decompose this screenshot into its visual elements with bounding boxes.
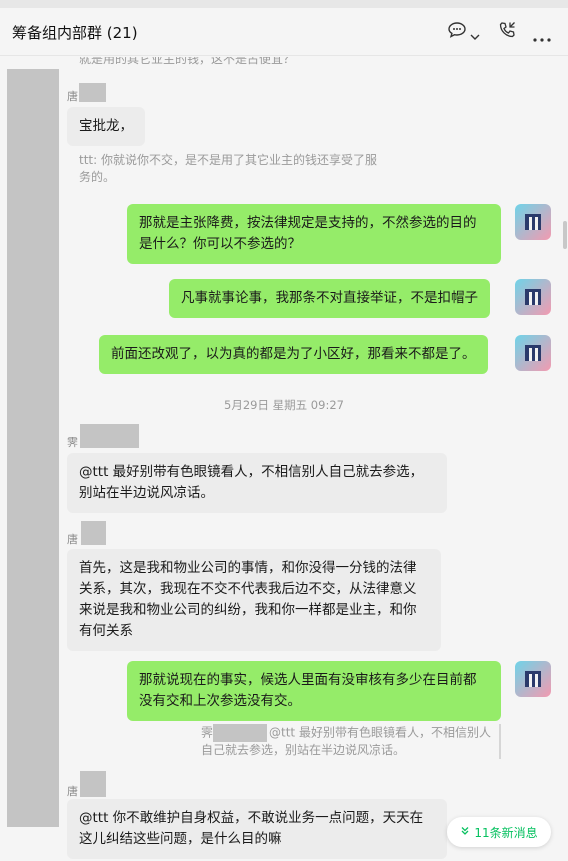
my-avatar[interactable] [515,661,551,697]
message-bubble-outgoing[interactable]: 凡事就事论事，我那条不对直接举证，不是扣帽子 [169,279,490,318]
message-timestamp: 5月29日 星期五 09:27 [224,398,344,412]
redacted-name [80,424,139,448]
redacted-name [80,771,106,797]
message-bubble-outgoing[interactable]: 前面还改观了，以为真的都是为了小区好，那看来不都是了。 [99,335,488,374]
quote-snippet-top: 就是用的其它业主的钱，这不是占便宜？ [79,57,296,66]
redacted-name [79,83,106,102]
redacted-name [213,724,268,742]
my-avatar[interactable] [515,335,551,371]
chevron-down-icon[interactable] [470,26,480,45]
message-bubble-incoming[interactable]: @ttt 你不敢维护自身权益，不敢说业务一点问题，天天在这儿纠结这些问题，是什么… [67,799,447,859]
window-top-strip [0,0,568,8]
chat-header: 筹备组内部群 (21) [0,8,568,56]
voice-call-icon[interactable] [497,20,517,44]
new-messages-label: 11条新消息 [474,825,538,840]
redacted-name [81,521,106,545]
sender-name: 唐 [67,90,78,103]
sender-name: 唐 [67,533,78,546]
message-bubble-incoming[interactable]: 宝批龙， [67,107,145,146]
my-avatar[interactable] [515,204,551,240]
sender-name: 霁 [67,436,78,449]
my-avatar[interactable] [515,279,551,315]
more-options-icon[interactable] [532,28,552,47]
message-bubble-incoming[interactable]: @ttt 最好别带有色眼镜看人，不相信别人自己就去参选，别站在半边说风凉话。 [67,453,447,513]
new-messages-button[interactable]: 11条新消息 [447,817,551,847]
message-bubble-incoming[interactable]: 首先，这是我和物业公司的事情，和你没得一分钱的法律关系，其次，我现在不交不代表我… [67,549,441,651]
chat-title: 筹备组内部群 (21) [12,24,138,42]
quoted-message[interactable]: ttt: 你就说你不交，是不是用了其它业主的钱还享受了服务的。 [79,152,379,186]
quote-sender-prefix: 霁 [201,725,214,740]
message-bubble-outgoing[interactable]: 那就是主张降费，按法律规定是支持的，不然参选的目的是什么？你可以不参选的？ [127,204,501,264]
chat-message-area[interactable]: 就是用的其它业主的钱，这不是占便宜？ 唐 宝批龙， ttt: 你就说你不交，是不… [0,57,568,861]
redacted-avatar-column [7,69,59,827]
message-bubble-outgoing[interactable]: 那就说现在的事实，候选人里面有没审核有多少在目前都没有交和上次参选没有交。 [127,661,501,721]
sender-name: 唐 [67,785,78,798]
double-chevron-down-icon [460,825,470,839]
quoted-message[interactable]: 霁 @ttt 最好别带有色眼镜看人，不相信别人自己就去参选，别站在半边说风凉话。 [201,724,501,759]
chat-bubble-icon[interactable] [447,20,467,44]
scrollbar-thumb[interactable] [563,221,567,249]
